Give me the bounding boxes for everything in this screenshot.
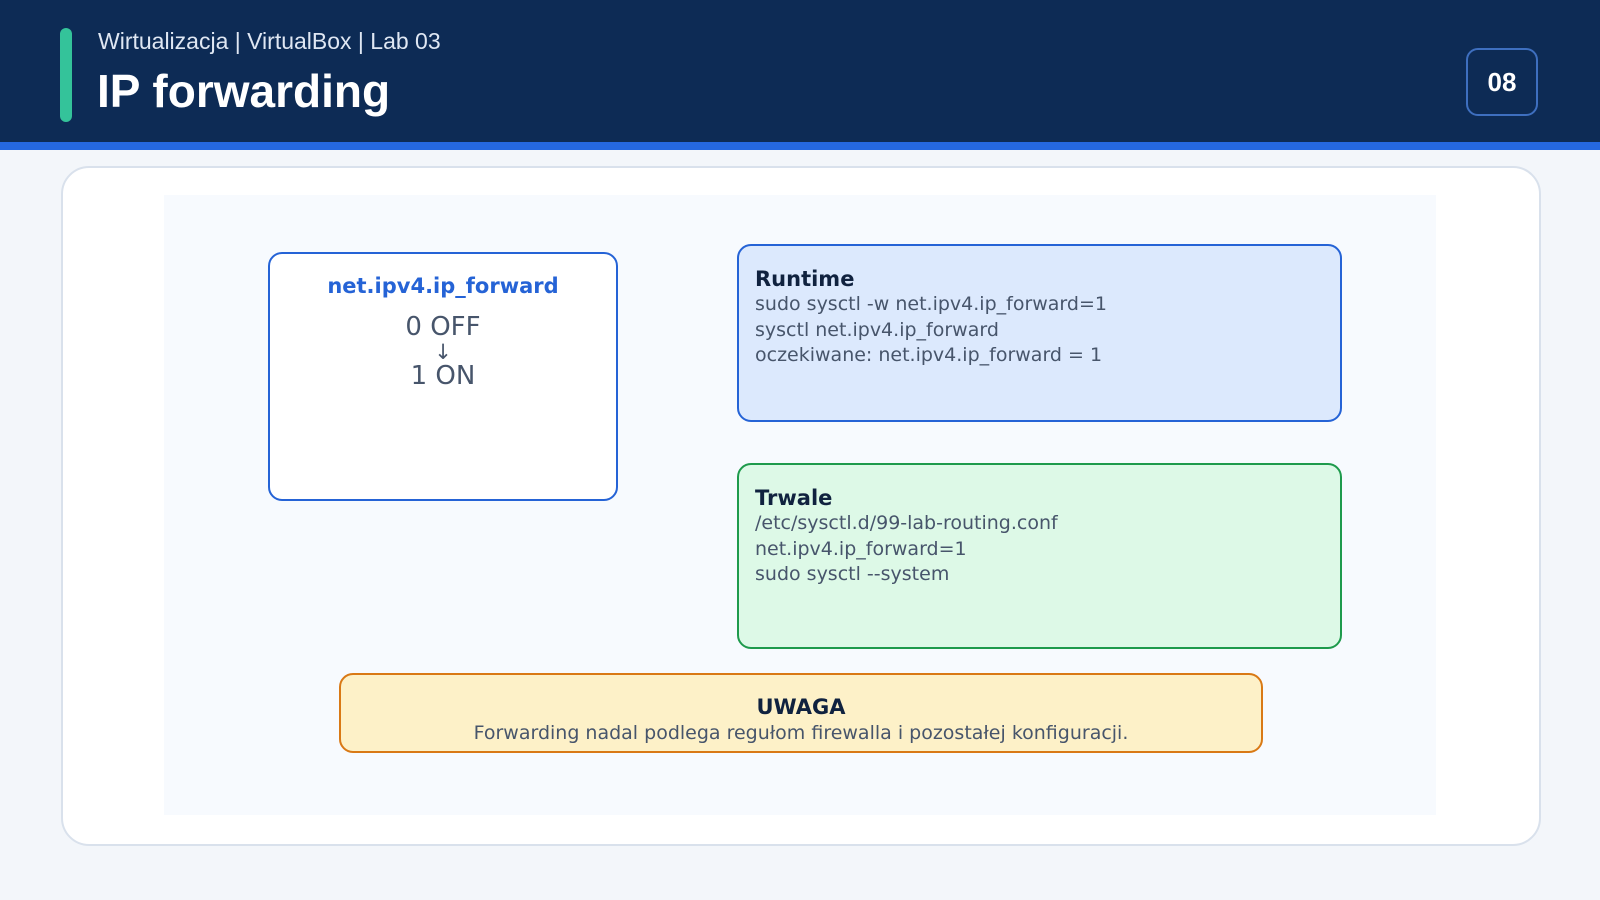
runtime-command-line: sudo sysctl -w net.ipv4.ip_forward=1 <box>755 293 1107 315</box>
title-accent-bar <box>60 28 72 122</box>
runtime-command-line: sysctl net.ipv4.ip_forward <box>755 318 999 341</box>
persistent-config-line: /etc/sysctl.d/99-lab-routing.conf <box>755 512 1058 534</box>
persistent-config-line: net.ipv4.ip_forward=1 <box>755 537 967 560</box>
header-divider <box>0 142 1600 150</box>
slide-title: IP forwarding <box>97 65 391 117</box>
warning-heading: UWAGA <box>756 695 846 719</box>
state-on-label: 1 ON <box>410 361 476 391</box>
arrow-down-icon: ↓ <box>434 340 452 364</box>
ip-forward-parameter-label: net.ipv4.ip_forward <box>327 274 559 298</box>
page-number-badge: 08 <box>1466 48 1538 116</box>
warning-box: UWAGA Forwarding nadal podlega regułom f… <box>339 673 1263 753</box>
persistent-config-line: sudo sysctl --system <box>755 563 950 585</box>
slide-subtitle: Wirtualizacja | VirtualBox | Lab 03 <box>98 28 441 54</box>
state-off-label: 0 OFF <box>405 312 481 342</box>
persistent-heading: Trwale <box>755 486 833 510</box>
persistent-config-box: Trwale /etc/sysctl.d/99-lab-routing.conf… <box>737 463 1342 649</box>
ip-forward-toggle-box: net.ipv4.ip_forward 0 OFF ↓ 1 ON <box>268 252 618 501</box>
runtime-box: Runtime sudo sysctl -w net.ipv4.ip_forwa… <box>737 244 1342 422</box>
runtime-command-line: oczekiwane: net.ipv4.ip_forward = 1 <box>755 344 1103 366</box>
warning-text: Forwarding nadal podlega regułom firewal… <box>473 722 1129 744</box>
runtime-heading: Runtime <box>755 267 855 291</box>
